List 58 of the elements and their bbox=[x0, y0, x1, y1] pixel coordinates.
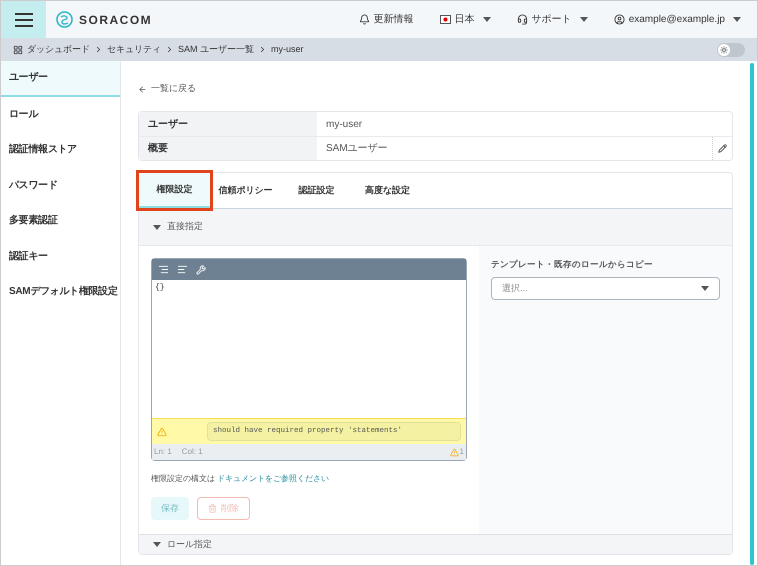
sidebar-item[interactable]: ロール bbox=[1, 96, 120, 132]
caret-icon bbox=[153, 542, 161, 547]
breadcrumb-current: my-user bbox=[271, 42, 304, 56]
row-label: 概要 bbox=[139, 137, 317, 160]
header-menu[interactable]: 日本 bbox=[440, 12, 491, 27]
logo-icon bbox=[56, 11, 73, 28]
tab[interactable]: 認証設定 bbox=[281, 173, 352, 208]
sidebar-item[interactable]: SAMデフォルト権限設定 bbox=[1, 274, 120, 310]
caret-icon bbox=[580, 17, 588, 22]
row-value: SAMユーザー bbox=[325, 142, 389, 156]
headset-icon bbox=[516, 14, 528, 25]
sidebar-item[interactable]: 多要素認証 bbox=[1, 203, 120, 238]
user-icon bbox=[614, 14, 625, 25]
sidebar-item[interactable]: パスワード bbox=[1, 168, 120, 203]
tab[interactable]: 信頼ポリシー bbox=[210, 173, 281, 208]
flag-icon bbox=[440, 15, 451, 24]
arrow-left-icon bbox=[138, 84, 147, 94]
bell-icon bbox=[358, 14, 370, 25]
code-text: {} bbox=[155, 282, 166, 294]
grid-icon bbox=[13, 44, 23, 54]
header-menu[interactable]: 更新情報 bbox=[358, 12, 414, 27]
sun-icon bbox=[720, 46, 728, 54]
warning-icon bbox=[450, 448, 459, 456]
caret-icon bbox=[153, 224, 161, 230]
copy-label: テンプレート・既存のロールからコピー bbox=[491, 258, 654, 271]
row-value: my-user bbox=[325, 118, 364, 132]
header-menu[interactable]: サポート bbox=[516, 12, 588, 27]
document-link[interactable]: ドキュメントをご参照ください bbox=[217, 474, 330, 483]
breadcrumb-link[interactable]: ダッシュボード bbox=[27, 42, 90, 56]
caret-icon bbox=[482, 17, 491, 22]
tab[interactable]: 権限設定 bbox=[139, 173, 210, 208]
sidebar-item[interactable]: 認証情報ストア bbox=[1, 132, 120, 168]
column-number: Col: 1 bbox=[182, 446, 203, 458]
chevron-icon bbox=[165, 45, 174, 54]
trash-icon bbox=[208, 504, 217, 513]
row-label: ユーザー bbox=[139, 112, 317, 136]
warning-icon bbox=[157, 426, 167, 436]
caret-icon bbox=[733, 17, 741, 22]
warning-count: 1 bbox=[460, 446, 464, 458]
pencil-icon bbox=[718, 144, 727, 153]
header-menu[interactable]: example@example.jp bbox=[614, 12, 741, 27]
logo-text: SORACOM bbox=[79, 12, 152, 28]
section-header[interactable]: ロール指定 bbox=[139, 534, 732, 554]
wrench-icon[interactable] bbox=[196, 264, 206, 274]
select-dropdown[interactable]: 選択... bbox=[491, 276, 720, 300]
tab[interactable]: 高度な設定 bbox=[352, 173, 423, 208]
line-number: Ln: 1 bbox=[154, 446, 172, 458]
breadcrumb-link[interactable]: セキュリティ bbox=[107, 42, 161, 56]
theme-toggle[interactable] bbox=[717, 42, 745, 56]
menu-button[interactable] bbox=[1, 1, 46, 38]
caret-icon bbox=[701, 286, 709, 291]
chevron-icon bbox=[94, 45, 103, 54]
breadcrumb-link[interactable]: SAM ユーザー一覧 bbox=[178, 42, 254, 56]
sidebar-item[interactable]: ユーザー bbox=[1, 61, 120, 96]
back-link[interactable]: 一覧に戻る bbox=[138, 83, 733, 95]
menu-icon bbox=[14, 12, 32, 26]
doc-note: 権限設定の構文は ドキュメントをご参照ください bbox=[151, 473, 330, 485]
sidebar-item[interactable]: 認証キー bbox=[1, 238, 120, 274]
